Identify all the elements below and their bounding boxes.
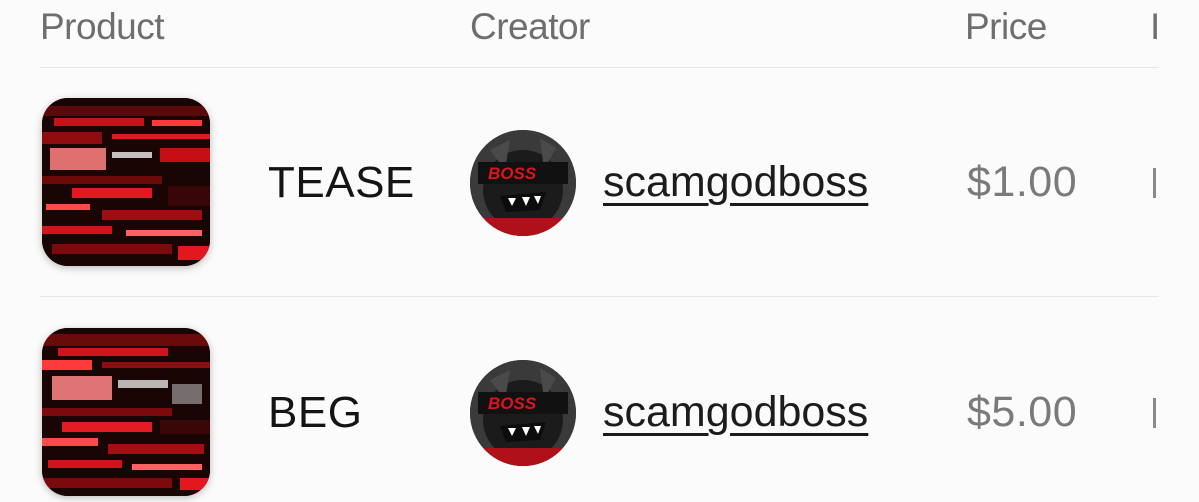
creator-link[interactable]: scamgodboss: [603, 388, 868, 437]
avatar-art: BOSS: [470, 130, 576, 236]
header-divider: [40, 67, 1159, 68]
avatar-boss-text: BOSS: [488, 164, 537, 183]
price-value: $1.00: [967, 158, 1078, 206]
table-header: Product Creator Price I: [0, 0, 1199, 66]
price-value: $5.00: [967, 388, 1078, 436]
avatar-boss-text: BOSS: [488, 394, 537, 413]
column-header-product[interactable]: Product: [40, 6, 165, 48]
thumbnail-art: [42, 98, 210, 266]
avatar-art: BOSS: [470, 360, 576, 466]
boss-wolf-avatar-icon[interactable]: BOSS: [470, 130, 576, 236]
column-header-price[interactable]: Price: [965, 6, 1047, 48]
truncated-column-cell: [1153, 168, 1156, 198]
red-glitch-thumbnail-icon[interactable]: [42, 98, 210, 266]
column-header-creator[interactable]: Creator: [470, 6, 590, 48]
row-divider: [40, 296, 1159, 297]
truncated-column-cell: [1153, 398, 1156, 428]
table-row[interactable]: TEASE BOSS scamgodboss $1.00: [0, 82, 1199, 282]
product-table: Product Creator Price I TEASE BOSS scamg…: [0, 0, 1199, 502]
column-header-truncated[interactable]: I: [1150, 6, 1160, 48]
product-name[interactable]: BEG: [268, 388, 362, 438]
product-name[interactable]: TEASE: [268, 158, 415, 208]
thumbnail-art: [42, 328, 210, 496]
red-glitch-thumbnail-icon[interactable]: [42, 328, 210, 496]
table-row[interactable]: BEG BOSS scamgodboss $5.00: [0, 310, 1199, 502]
boss-wolf-avatar-icon[interactable]: BOSS: [470, 360, 576, 466]
creator-link[interactable]: scamgodboss: [603, 158, 868, 207]
